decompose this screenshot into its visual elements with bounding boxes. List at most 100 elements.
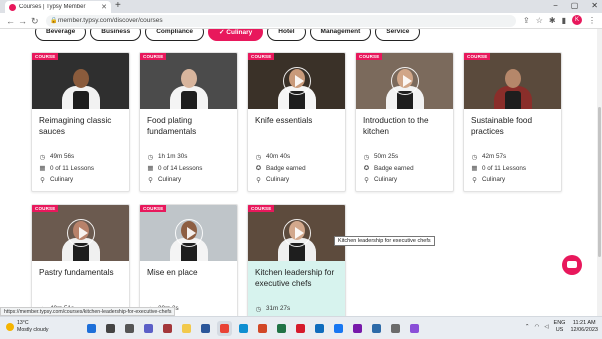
course-title[interactable]: Kitchen leadership for executive chefs	[255, 267, 339, 289]
course-category: Culinary	[374, 176, 398, 184]
course-card[interactable]: COURSE Sustainable food practices ◷ 42m 57s…	[463, 52, 562, 192]
course-thumbnail[interactable]: COURSE	[248, 53, 345, 109]
course-progress: 0 of 11 Lessons	[50, 164, 94, 172]
chat-support-button[interactable]	[562, 255, 582, 275]
lock-icon: 🔒	[50, 18, 58, 24]
access-icon[interactable]	[160, 321, 175, 336]
weather-sun-icon	[6, 322, 14, 331]
tab-close-icon[interactable]: ✕	[101, 3, 107, 11]
play-icon[interactable]	[390, 67, 419, 95]
play-icon[interactable]	[66, 219, 95, 247]
course-card[interactable]: COURSE Kitchen leadership for executive c…	[247, 204, 346, 316]
close-window-button[interactable]: ✕	[591, 1, 598, 10]
course-thumbnail[interactable]: COURSE	[464, 53, 561, 109]
course-badge: COURSE	[248, 53, 275, 60]
course-card[interactable]: COURSE Introduction to the kitchen ◷ 50m 25…	[355, 52, 454, 192]
taskbar-clock[interactable]: 11:21 AM 12/06/2023	[570, 320, 598, 334]
course-thumbnail[interactable]: COURSE	[140, 53, 237, 109]
course-thumbnail[interactable]: COURSE	[356, 53, 453, 109]
bookmark-star-icon[interactable]: ☆	[536, 16, 543, 25]
wifi-icon[interactable]: ◠	[535, 324, 540, 330]
onenote-icon[interactable]	[350, 321, 365, 336]
opera-icon[interactable]	[293, 321, 308, 336]
course-card[interactable]: COURSEPastry fundamentals◷40m 51s	[31, 204, 130, 316]
settings-icon[interactable]	[388, 321, 403, 336]
powerpoint-icon[interactable]	[255, 321, 270, 336]
course-title[interactable]: Mise en place	[147, 267, 231, 278]
course-progress: Badge earned	[266, 164, 306, 172]
browser-tab[interactable]: Courses | Typsy Member ✕	[5, 1, 111, 13]
windows-taskbar: 13°C Mostly cloudy ⌃ ◠ ◁ ENG US 11:21 AM…	[0, 316, 602, 339]
course-category: Culinary	[482, 176, 506, 184]
badge-icon: ✪	[363, 165, 370, 173]
edge-icon[interactable]	[236, 321, 251, 336]
course-card[interactable]: COURSE Food plating fundamentals ◷ 1h 1m 30…	[139, 52, 238, 192]
start-icon[interactable]	[84, 321, 99, 336]
course-title[interactable]: Knife essentials	[255, 115, 339, 126]
course-title[interactable]: Introduction to the kitchen	[363, 115, 447, 137]
share-icon[interactable]: ⇪	[523, 16, 530, 25]
course-card[interactable]: COURSE Knife essentials ◷ 40m 40s ✪ Badge ear…	[247, 52, 346, 192]
word-icon[interactable]	[198, 321, 213, 336]
category-pill-business[interactable]: Business	[90, 29, 142, 41]
course-card[interactable]: COURSE Reimagining classic sauces ◷ 49m 56s…	[31, 52, 130, 192]
new-tab-button[interactable]: +	[115, 1, 121, 11]
search-icon[interactable]	[103, 321, 118, 336]
page-content: Beverage Business Compliance ✓ Culinary …	[0, 29, 602, 316]
app-tile-icon[interactable]	[369, 321, 384, 336]
page-scrollbar[interactable]	[597, 29, 602, 316]
play-icon[interactable]	[282, 219, 311, 247]
menu-kebab-icon[interactable]: ⋮	[588, 16, 596, 25]
play-icon[interactable]	[282, 67, 311, 95]
course-thumbnail[interactable]: COURSE	[248, 205, 345, 261]
tray-chevron-icon[interactable]: ⌃	[525, 324, 530, 330]
play-icon[interactable]	[174, 219, 203, 247]
excel-icon[interactable]	[274, 321, 289, 336]
course-badge: COURSE	[140, 53, 167, 60]
url-bar[interactable]: 🔒 member.typsy.com/discover/courses	[46, 15, 516, 27]
course-title[interactable]: Reimagining classic sauces	[39, 115, 123, 137]
clock-icon: ◷	[471, 153, 478, 161]
course-title[interactable]: Sustainable food practices	[471, 115, 555, 137]
category-pill-beverage[interactable]: Beverage	[35, 29, 87, 41]
course-duration: 31m 27s	[266, 305, 291, 313]
volume-icon[interactable]: ◁	[544, 324, 548, 330]
media-icon[interactable]	[407, 321, 422, 336]
reload-icon[interactable]: ↻	[31, 15, 39, 27]
file-explorer-icon[interactable]	[179, 321, 194, 336]
extensions-icon[interactable]: ✱	[549, 16, 556, 25]
course-title[interactable]: Pastry fundamentals	[39, 267, 123, 278]
browser-tab-strip: Courses | Typsy Member ✕ + − ▢ ✕	[0, 0, 602, 13]
task-view-icon[interactable]	[122, 321, 137, 336]
weather-desc: Mostly cloudy	[17, 326, 49, 333]
language-indicator[interactable]: ENG US	[554, 320, 566, 334]
scrollbar-thumb[interactable]	[598, 107, 601, 257]
category-pill-culinary[interactable]: ✓ Culinary	[208, 29, 264, 41]
calendar-icon: ▦	[147, 165, 154, 173]
course-card[interactable]: COURSEMise en place◷20m 3s	[139, 204, 238, 316]
course-title[interactable]: Food plating fundamentals	[147, 115, 231, 137]
course-meta: ◷ 50m 25s ✪ Badge earned ⚲ Culinary	[363, 151, 449, 186]
facebook-icon[interactable]	[331, 321, 346, 336]
category-pill-hotel[interactable]: Hotel	[267, 29, 306, 41]
maximize-button[interactable]: ▢	[571, 1, 579, 10]
profile-avatar[interactable]: K	[572, 15, 582, 25]
chef-figure	[59, 67, 103, 109]
category-pill-compliance[interactable]: Compliance	[145, 29, 205, 41]
category-pill-service[interactable]: Service	[375, 29, 421, 41]
category-pill-management[interactable]: Management	[309, 29, 372, 41]
teams-icon[interactable]	[141, 321, 156, 336]
weather-widget[interactable]: 13°C Mostly cloudy	[6, 320, 48, 333]
outlook-icon[interactable]	[312, 321, 327, 336]
chrome-icon[interactable]	[217, 321, 232, 336]
forward-arrow-icon[interactable]: →	[18, 15, 27, 27]
sidebar-icon[interactable]: ▮	[562, 16, 566, 25]
course-thumbnail[interactable]: COURSE	[140, 205, 237, 261]
back-arrow-icon[interactable]: ←	[6, 15, 15, 27]
badge-icon: ✪	[255, 165, 262, 173]
course-thumbnail[interactable]: COURSE	[32, 53, 129, 109]
typsy-favicon-icon	[9, 3, 16, 11]
course-thumbnail[interactable]: COURSE	[32, 205, 129, 261]
minimize-button[interactable]: −	[553, 1, 558, 10]
url-text: member.typsy.com/discover/courses	[58, 17, 163, 24]
